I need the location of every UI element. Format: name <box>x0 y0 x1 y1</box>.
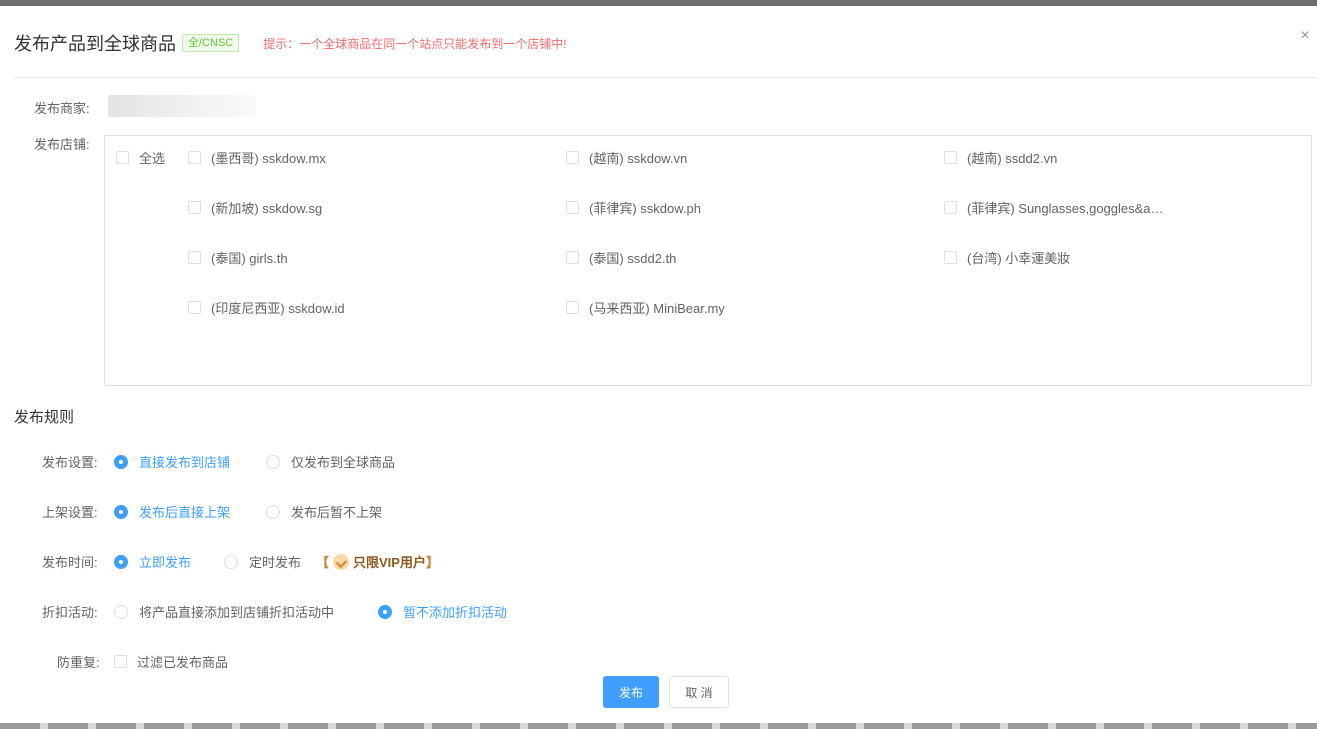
filter-published-checkbox[interactable]: 过滤已发布商品 <box>114 652 228 671</box>
listing-setting-label: 上架设置: <box>42 505 98 520</box>
shop-checkbox-mx[interactable]: (墨西哥) sskdow.mx <box>188 148 326 167</box>
header-divider <box>14 77 1317 78</box>
radio-dot <box>114 554 128 569</box>
checkbox-box <box>188 151 201 164</box>
radio-scheduled-publish[interactable]: 定时发布 <box>224 552 301 571</box>
checkbox-box <box>944 151 957 164</box>
rules-title: 发布规则 <box>14 409 75 426</box>
shop-checkbox-sg[interactable]: (新加坡) sskdow.sg <box>188 198 322 217</box>
publish-time-label: 发布时间: <box>42 555 98 570</box>
merchant-label: 发布商家: <box>34 101 90 116</box>
checkbox-box <box>566 251 579 264</box>
select-all-checkbox[interactable]: 全选 <box>116 148 165 167</box>
close-icon[interactable]: × <box>1297 28 1313 44</box>
dedupe-label: 防重复: <box>57 655 100 670</box>
radio-dot <box>224 554 238 569</box>
shop-checkbox-vn[interactable]: (越南) sskdow.vn <box>566 148 687 167</box>
publish-button[interactable]: 发布 <box>603 676 659 708</box>
vip-only-badge: 【 只限VIP用户 】 <box>316 553 439 570</box>
radio-dot <box>378 604 392 619</box>
radio-publish-to-shop[interactable]: 直接发布到店铺 <box>114 452 230 471</box>
publish-setting-label: 发布设置: <box>42 455 98 470</box>
checkbox-box <box>566 301 579 314</box>
shop-checkbox-th2[interactable]: (泰国) ssdd2.th <box>566 248 676 267</box>
checkbox-box <box>116 151 129 164</box>
radio-add-discount[interactable]: 将产品直接添加到店铺折扣活动中 <box>114 602 334 621</box>
radio-publish-now[interactable]: 立即发布 <box>114 552 191 571</box>
shop-checkbox-vn2[interactable]: (越南) ssdd2.vn <box>944 148 1057 167</box>
publish-dialog: 发布产品到全球商品 全/CNSC 提示：一个全球商品在同一个站点只能发布到一个店… <box>0 6 1317 723</box>
shop-checkbox-ph2[interactable]: (菲律宾) Sunglasses,goggles&a… <box>944 198 1164 217</box>
dialog-title: 发布产品到全球商品 <box>14 34 176 54</box>
cnsc-tag: 全/CNSC <box>182 34 240 52</box>
vip-crown-icon <box>333 553 350 570</box>
checkbox-box <box>566 151 579 164</box>
shop-checkbox-my[interactable]: (马来西亚) MiniBear.my <box>566 298 725 317</box>
window-bottom-strip <box>0 723 1317 729</box>
shop-checkbox-id[interactable]: (印度尼西亚) sskdow.id <box>188 298 345 317</box>
checkbox-box <box>944 251 957 264</box>
dialog-header: 发布产品到全球商品 全/CNSC 提示：一个全球商品在同一个站点只能发布到一个店… <box>14 30 567 56</box>
radio-dot <box>266 504 280 519</box>
radio-dot <box>114 604 128 619</box>
radio-dot <box>114 504 128 519</box>
checkbox-box <box>188 301 201 314</box>
checkbox-box <box>188 201 201 214</box>
shop-checkbox-ph[interactable]: (菲律宾) sskdow.ph <box>566 198 701 217</box>
radio-dot <box>266 454 280 469</box>
shop-checkbox-tw[interactable]: (台湾) 小幸運美妝 <box>944 248 1070 267</box>
radio-dot <box>114 454 128 469</box>
radio-no-discount[interactable]: 暂不添加折扣活动 <box>378 602 507 621</box>
checkbox-box <box>188 251 201 264</box>
checkbox-box <box>114 655 127 668</box>
radio-do-not-list[interactable]: 发布后暂不上架 <box>266 502 382 521</box>
checkbox-box <box>566 201 579 214</box>
merchant-name-redacted <box>108 95 256 117</box>
radio-publish-global-only[interactable]: 仅发布到全球商品 <box>266 452 395 471</box>
shop-label: 发布店铺: <box>34 137 90 152</box>
radio-list-immediately[interactable]: 发布后直接上架 <box>114 502 230 521</box>
cancel-button[interactable]: 取 消 <box>669 676 729 708</box>
shop-checkbox-th[interactable]: (泰国) girls.th <box>188 248 288 267</box>
discount-label: 折扣活动: <box>42 605 98 620</box>
warning-tip: 提示：一个全球商品在同一个站点只能发布到一个店铺中! <box>263 36 567 51</box>
checkbox-box <box>944 201 957 214</box>
